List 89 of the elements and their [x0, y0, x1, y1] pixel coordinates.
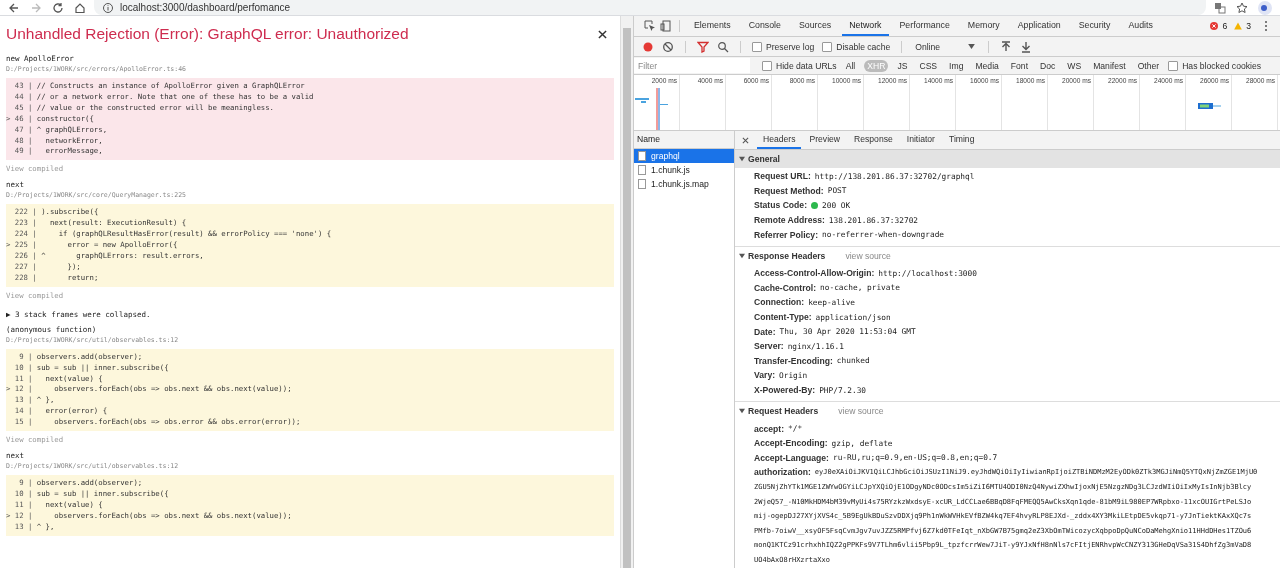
- header-name: Referrer Policy:: [754, 229, 818, 240]
- detail-tab[interactable]: Initiator: [900, 131, 941, 149]
- expand-triangle-icon[interactable]: [739, 252, 745, 259]
- translate-icon[interactable]: [1214, 1, 1226, 14]
- caret-icon[interactable]: [968, 44, 976, 49]
- header-name: Accept-Encoding:: [754, 438, 828, 449]
- column-header[interactable]: Name: [634, 131, 734, 149]
- view-source-link[interactable]: view source: [838, 406, 884, 417]
- url-text: localhost:3000/dashboard/perfomance: [120, 2, 291, 13]
- back-icon[interactable]: [8, 1, 20, 14]
- devtools-tab[interactable]: Memory: [960, 16, 1007, 36]
- throttling-dropdown[interactable]: Online: [913, 41, 978, 52]
- more-options-icon[interactable]: [1264, 20, 1268, 32]
- error-icon: [1210, 22, 1219, 30]
- request-name: 1.chunk.js.map: [651, 179, 709, 189]
- reload-icon[interactable]: [52, 1, 64, 14]
- header-name: Date:: [754, 326, 776, 337]
- header-name: X-Powered-By:: [754, 385, 816, 395]
- request-item[interactable]: 1.chunk.js: [634, 163, 734, 177]
- close-icon[interactable]: [742, 136, 749, 144]
- header-name: Access-Control-Allow-Origin:: [754, 268, 875, 279]
- header-name: authorization:: [754, 467, 811, 478]
- detail-tab[interactable]: Preview: [803, 131, 847, 149]
- warning-count: 3: [1246, 21, 1251, 31]
- header-name: Cache-Control:: [754, 282, 817, 293]
- home-icon[interactable]: [74, 1, 86, 14]
- devtools-tab[interactable]: Audits: [1121, 16, 1160, 36]
- view-source-link[interactable]: view source: [845, 250, 891, 261]
- devtools-tab[interactable]: Elements: [687, 16, 738, 36]
- address-bar[interactable]: localhost:3000/dashboard/perfomance: [94, 0, 1206, 15]
- error-title: Unhandled Rejection (Error): GraphQL error: Unauthorized: [6, 25, 409, 43]
- header-name: accept:: [754, 423, 785, 434]
- star-icon[interactable]: [1236, 1, 1248, 14]
- type-filter[interactable]: Other: [1134, 59, 1163, 72]
- error-count: 6: [1222, 21, 1228, 31]
- search-icon[interactable]: [717, 40, 729, 53]
- header-name: Content-Type:: [754, 312, 812, 323]
- checkbox-option[interactable]: Disable cache: [822, 41, 891, 52]
- header-name: Request Method:: [754, 185, 824, 196]
- type-filter[interactable]: All: [842, 59, 859, 72]
- request-name: graphql: [651, 151, 680, 161]
- type-filter[interactable]: WS: [1064, 59, 1085, 72]
- devtools-tab[interactable]: Application: [1010, 16, 1068, 36]
- clear-icon[interactable]: [662, 40, 674, 53]
- info-icon[interactable]: [102, 1, 114, 14]
- request-item[interactable]: 1.chunk.js.map: [634, 177, 734, 191]
- device-icon[interactable]: [660, 20, 672, 32]
- type-filter[interactable]: JS: [894, 59, 911, 72]
- type-filter[interactable]: Img: [946, 59, 967, 72]
- type-filter[interactable]: Font: [1007, 59, 1032, 72]
- header-name: Transfer-Encoding:: [754, 355, 833, 366]
- type-filter[interactable]: Manifest: [1090, 59, 1129, 72]
- checkbox-option[interactable]: Has blocked cookies: [1168, 60, 1261, 71]
- header-name: Remote Address:: [754, 215, 825, 226]
- request-name: 1.chunk.js: [651, 165, 690, 175]
- devtools-tab[interactable]: Security: [1071, 16, 1118, 36]
- header-name: Accept-Language:: [754, 452, 829, 463]
- filter-field[interactable]: Filter: [634, 58, 750, 73]
- section-header[interactable]: Request Headers: [739, 406, 819, 417]
- warning-icon: [1234, 22, 1243, 30]
- devtools-tab[interactable]: Console: [741, 16, 788, 36]
- request-item[interactable]: graphql: [634, 149, 734, 163]
- request-bar-drawing: [1198, 103, 1222, 109]
- filter-icon[interactable]: [697, 40, 709, 53]
- request-bars-drawing: [635, 88, 671, 130]
- header-name: Connection:: [754, 297, 805, 308]
- record-icon[interactable]: [642, 40, 654, 53]
- expand-triangle-icon[interactable]: [739, 156, 745, 162]
- expand-triangle-icon[interactable]: [739, 408, 745, 415]
- upload-icon[interactable]: [1000, 40, 1013, 53]
- section-header[interactable]: Response Headers: [739, 250, 826, 261]
- header-name: Vary:: [754, 370, 776, 381]
- header-name: Status Code:: [754, 200, 807, 211]
- devtools-tab[interactable]: Sources: [791, 16, 839, 36]
- devtools-tab[interactable]: Performance: [892, 16, 957, 36]
- inspect-icon[interactable]: [644, 20, 656, 32]
- section-header[interactable]: General: [739, 154, 780, 164]
- checkbox-option[interactable]: Hide data URLs: [762, 60, 837, 71]
- detail-tab[interactable]: Timing: [942, 131, 981, 149]
- header-name: Server:: [754, 341, 784, 352]
- download-icon[interactable]: [1020, 40, 1033, 53]
- header-name: Request URL:: [754, 171, 811, 182]
- type-filter[interactable]: Doc: [1037, 59, 1059, 72]
- type-filter[interactable]: Media: [972, 59, 1002, 72]
- scrollbar[interactable]: [620, 16, 633, 568]
- type-filter[interactable]: CSS: [916, 59, 941, 72]
- detail-tab[interactable]: Response: [848, 131, 899, 149]
- checkbox-option[interactable]: Preserve log: [752, 41, 815, 52]
- avatar-icon[interactable]: [1258, 0, 1272, 15]
